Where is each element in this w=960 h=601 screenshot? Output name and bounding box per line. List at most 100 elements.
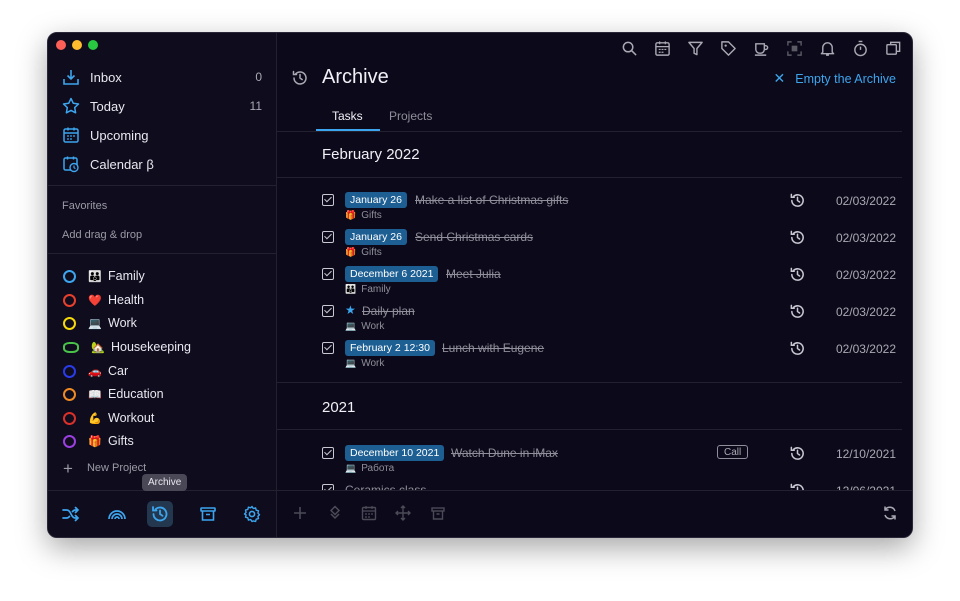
- task-project: 🎁 Gifts: [345, 210, 382, 221]
- plus-icon: [294, 507, 306, 519]
- shuffle-button[interactable]: [61, 504, 81, 524]
- checkbox[interactable]: [322, 447, 334, 459]
- archived-date: 02/03/2022: [835, 342, 896, 356]
- task-title: Send Christmas cards: [415, 230, 534, 244]
- close-icon: ✕: [773, 70, 786, 86]
- sidebar-item-label: Today: [90, 98, 125, 114]
- archive-button[interactable]: [147, 501, 173, 527]
- date-tag: December 10 2021: [345, 445, 445, 461]
- project-ring-icon: [63, 411, 76, 425]
- project-workout[interactable]: 💪 Workout: [63, 408, 263, 428]
- gift-icon: 🎁: [88, 435, 102, 448]
- sync-button[interactable]: [107, 504, 127, 524]
- tab-tasks[interactable]: Tasks: [332, 109, 363, 123]
- add-task-button[interactable]: [292, 505, 308, 521]
- task-project: 💻 Работа: [345, 463, 394, 474]
- focus-icon[interactable]: [786, 40, 803, 57]
- trash-icon: [431, 507, 445, 520]
- task-project-label: Gifts: [361, 210, 382, 221]
- restore-icon[interactable]: [789, 192, 806, 209]
- task-row[interactable]: ★ Daily plan 💻 Work 02/03/2022: [322, 303, 896, 337]
- restore-icon[interactable]: [789, 445, 806, 462]
- zoom-window-button[interactable]: [88, 40, 98, 50]
- tab-projects[interactable]: Projects: [389, 109, 432, 123]
- bell-icon[interactable]: [819, 40, 836, 57]
- minimize-window-button[interactable]: [72, 40, 82, 50]
- sidebar-item-calendar[interactable]: Calendar β: [62, 153, 262, 175]
- date-tag: January 26: [345, 192, 407, 208]
- checkbox[interactable]: [322, 268, 334, 280]
- coffee-icon[interactable]: [753, 40, 770, 57]
- tag-icon[interactable]: [720, 40, 737, 57]
- task-row[interactable]: January 26 Send Christmas cards 🎁 Gifts 0…: [322, 229, 896, 263]
- sidebar-item-upcoming[interactable]: Upcoming: [62, 124, 262, 146]
- task-project-label: Work: [361, 358, 385, 369]
- task-project-label: Work: [361, 321, 385, 332]
- task-row[interactable]: December 10 2021 Watch Dune in iMax Call…: [322, 445, 896, 479]
- project-health[interactable]: ❤️ Health: [63, 290, 263, 310]
- empty-archive-button[interactable]: ✕ Empty the Archive: [774, 70, 896, 87]
- sidebar-item-count: 11: [249, 99, 262, 113]
- task-project: 🎁 Gifts: [345, 247, 382, 258]
- schedule-button[interactable]: [361, 505, 377, 521]
- restore-icon[interactable]: [789, 303, 806, 320]
- project-label: Car: [108, 364, 129, 378]
- laptop-icon: 💻: [88, 317, 102, 330]
- main-bottom-bar: [277, 490, 912, 537]
- restore-icon[interactable]: [789, 340, 806, 357]
- trash-button[interactable]: [198, 504, 218, 524]
- toolbar: [621, 40, 902, 57]
- close-window-button[interactable]: [56, 40, 66, 50]
- family-icon: 👪: [88, 270, 102, 283]
- restore-icon[interactable]: [789, 266, 806, 283]
- checkbox[interactable]: [322, 231, 334, 243]
- call-badge: Call: [717, 445, 749, 459]
- plus-icon: +: [63, 458, 73, 478]
- task-row[interactable]: January 26 Make a list of Christmas gift…: [322, 192, 896, 226]
- checkbox[interactable]: [322, 305, 334, 317]
- project-education[interactable]: 📖 Education: [63, 384, 263, 404]
- project-ring-icon: [63, 387, 76, 401]
- project-family[interactable]: 👪 Family: [63, 266, 263, 286]
- refresh-button[interactable]: [882, 505, 898, 521]
- move-button[interactable]: [395, 505, 411, 521]
- timer-icon[interactable]: [852, 40, 869, 57]
- favorites-label: Favorites: [62, 200, 108, 212]
- task-row[interactable]: December 6 2021 Meet Julia 👪 Family 02/03…: [322, 266, 896, 300]
- move-priority-button[interactable]: [327, 505, 343, 521]
- project-ring-icon: [63, 341, 79, 353]
- task-title: Lunch with Eugene: [442, 341, 545, 355]
- gear-icon: [243, 505, 261, 523]
- calendar-icon[interactable]: [654, 40, 671, 57]
- star-icon: [62, 97, 80, 114]
- windows-icon[interactable]: [885, 40, 902, 57]
- task-row[interactable]: February 2 12:30 Lunch with Eugene 💻 Work…: [322, 340, 896, 374]
- archived-date: 02/03/2022: [835, 231, 896, 245]
- filter-icon[interactable]: [687, 40, 704, 57]
- checkbox[interactable]: [322, 194, 334, 206]
- sidebar-item-today[interactable]: Today 11: [62, 95, 262, 117]
- move-icon: [395, 505, 411, 521]
- sidebar-divider: [48, 253, 277, 254]
- search-icon[interactable]: [621, 40, 638, 57]
- project-work[interactable]: 💻 Work: [63, 313, 263, 333]
- page-title: Archive: [322, 66, 389, 88]
- rainbow-icon: [108, 510, 126, 520]
- task-title: Make a list of Christmas gifts: [415, 193, 569, 207]
- sidebar-divider: [48, 185, 277, 186]
- project-car[interactable]: 🚗 Car: [63, 361, 263, 381]
- restore-icon[interactable]: [789, 229, 806, 246]
- calendar-icon: [63, 127, 79, 143]
- archived-date: 02/03/2022: [835, 268, 896, 282]
- delete-button[interactable]: [430, 505, 446, 521]
- car-icon: 🚗: [88, 365, 102, 378]
- task-title: Meet Julia: [446, 267, 501, 281]
- project-ring-icon: [63, 434, 76, 448]
- project-housekeeping[interactable]: 🏡 Housekeeping: [63, 337, 263, 357]
- project-gifts[interactable]: 🎁 Gifts: [63, 431, 263, 451]
- settings-button[interactable]: [242, 504, 262, 524]
- date-tag: December 6 2021: [345, 266, 439, 282]
- archive-tooltip: Archive: [142, 474, 188, 491]
- checkbox[interactable]: [322, 342, 334, 354]
- sidebar-item-inbox[interactable]: Inbox 0: [62, 66, 262, 88]
